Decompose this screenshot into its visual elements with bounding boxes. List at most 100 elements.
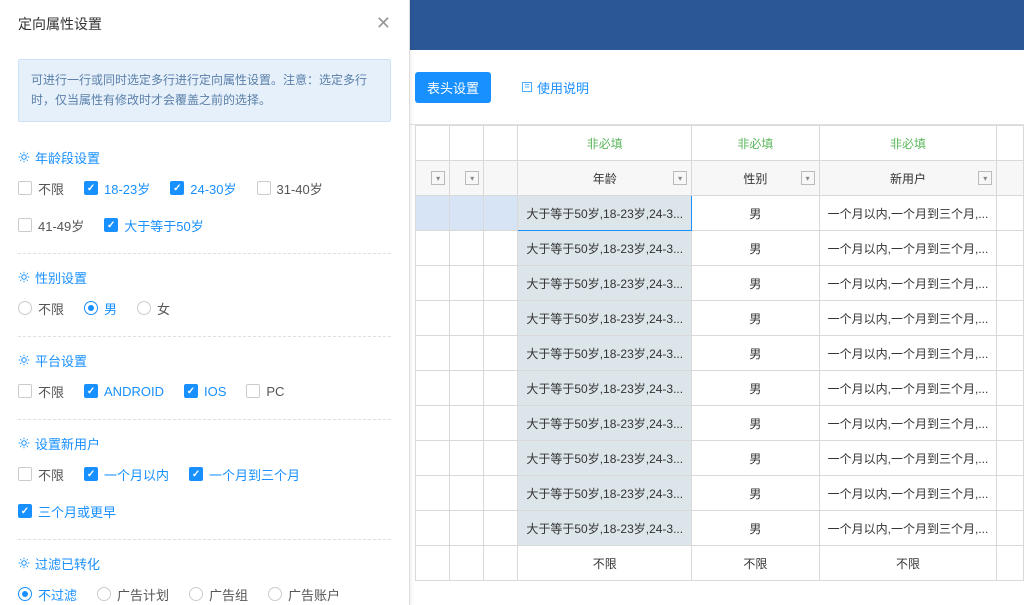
table-row[interactable]: 大于等于50岁,18-23岁,24-3...男一个月以内,一个月到三个月,... — [416, 336, 1024, 371]
cell-sex[interactable]: 男 — [692, 301, 820, 336]
cell-last[interactable] — [997, 476, 1024, 511]
cell-sex[interactable]: 男 — [692, 441, 820, 476]
radio-icon[interactable] — [189, 587, 203, 601]
radio-icon[interactable] — [84, 301, 98, 315]
cell-last[interactable] — [997, 511, 1024, 546]
checkbox-icon[interactable] — [18, 181, 32, 195]
cell-newuser[interactable]: 一个月以内,一个月到三个月,... — [819, 231, 997, 266]
radio-option[interactable]: 广告组 — [189, 585, 248, 604]
checkbox-option[interactable]: 18-23岁 — [84, 179, 150, 198]
cell-narrow[interactable] — [450, 371, 484, 406]
cell-narrow[interactable] — [450, 511, 484, 546]
cell-age[interactable]: 大于等于50岁,18-23岁,24-3... — [518, 336, 692, 371]
cell-newuser[interactable]: 一个月以内,一个月到三个月,... — [819, 476, 997, 511]
cell-sex[interactable]: 男 — [692, 371, 820, 406]
filter-icon[interactable]: ▾ — [673, 171, 687, 185]
header-settings-button[interactable]: 表头设置 — [415, 72, 491, 103]
checkbox-option[interactable]: 不限 — [18, 465, 64, 484]
cell-newuser[interactable]: 一个月以内,一个月到三个月,... — [819, 336, 997, 371]
checkbox-icon[interactable] — [18, 504, 32, 518]
radio-icon[interactable] — [268, 587, 282, 601]
checkbox-icon[interactable] — [84, 384, 98, 398]
cell-last[interactable] — [997, 371, 1024, 406]
th-narrow[interactable] — [484, 161, 518, 196]
checkbox-option[interactable]: 不限 — [18, 179, 64, 198]
checkbox-icon[interactable] — [184, 384, 198, 398]
cell-narrow[interactable] — [484, 196, 518, 231]
radio-option[interactable]: 不过滤 — [18, 585, 77, 604]
checkbox-option[interactable]: 大于等于50岁 — [104, 216, 203, 235]
radio-option[interactable]: 男 — [84, 299, 117, 318]
section-title-age[interactable]: 年龄段设置 — [18, 148, 100, 167]
cell-age[interactable]: 大于等于50岁,18-23岁,24-3... — [518, 196, 692, 231]
table-row[interactable]: 不限不限不限 — [416, 546, 1024, 581]
table-row[interactable]: 大于等于50岁,18-23岁,24-3...男一个月以内,一个月到三个月,... — [416, 441, 1024, 476]
help-button[interactable]: 使用说明 — [521, 78, 589, 97]
cell-sex[interactable]: 男 — [692, 476, 820, 511]
checkbox-option[interactable]: PC — [246, 382, 284, 401]
checkbox-option[interactable]: 41-49岁 — [18, 216, 84, 235]
checkbox-option[interactable]: 三个月或更早 — [18, 502, 116, 521]
section-title-filter[interactable]: 过滤已转化 — [18, 554, 100, 573]
cell-narrow[interactable] — [484, 336, 518, 371]
radio-option[interactable]: 广告计划 — [97, 585, 169, 604]
radio-icon[interactable] — [18, 587, 32, 601]
cell-last[interactable] — [997, 546, 1024, 581]
cell-sex[interactable]: 男 — [692, 196, 820, 231]
cell-narrow[interactable] — [484, 406, 518, 441]
cell-last[interactable] — [997, 231, 1024, 266]
cell-narrow[interactable] — [416, 476, 450, 511]
radio-icon[interactable] — [18, 301, 32, 315]
cell-last[interactable] — [997, 196, 1024, 231]
checkbox-option[interactable]: ANDROID — [84, 382, 164, 401]
cell-narrow[interactable] — [484, 546, 518, 581]
cell-narrow[interactable] — [450, 546, 484, 581]
cell-age[interactable]: 大于等于50岁,18-23岁,24-3... — [518, 476, 692, 511]
checkbox-option[interactable]: IOS — [184, 382, 226, 401]
cell-newuser[interactable]: 一个月以内,一个月到三个月,... — [819, 441, 997, 476]
th-newuser[interactable]: 新用户▾ — [819, 161, 997, 196]
cell-narrow[interactable] — [484, 371, 518, 406]
cell-narrow[interactable] — [484, 231, 518, 266]
cell-newuser[interactable]: 不限 — [819, 546, 997, 581]
table-row[interactable]: 大于等于50岁,18-23岁,24-3...男一个月以内,一个月到三个月,... — [416, 266, 1024, 301]
checkbox-icon[interactable] — [84, 467, 98, 481]
th-last[interactable] — [997, 161, 1024, 196]
cell-narrow[interactable] — [450, 336, 484, 371]
cell-narrow[interactable] — [450, 476, 484, 511]
checkbox-icon[interactable] — [18, 384, 32, 398]
cell-age[interactable]: 不限 — [518, 546, 692, 581]
cell-last[interactable] — [997, 441, 1024, 476]
radio-option[interactable]: 不限 — [18, 299, 64, 318]
th-sex[interactable]: 性别▾ — [692, 161, 820, 196]
cell-sex[interactable]: 男 — [692, 266, 820, 301]
checkbox-option[interactable]: 31-40岁 — [257, 179, 323, 198]
cell-narrow[interactable] — [450, 301, 484, 336]
cell-sex[interactable]: 男 — [692, 336, 820, 371]
section-title-platform[interactable]: 平台设置 — [18, 351, 87, 370]
filter-icon[interactable]: ▾ — [801, 171, 815, 185]
cell-newuser[interactable]: 一个月以内,一个月到三个月,... — [819, 301, 997, 336]
th-age[interactable]: 年龄▾ — [518, 161, 692, 196]
cell-narrow[interactable] — [416, 266, 450, 301]
radio-option[interactable]: 女 — [137, 299, 170, 318]
cell-narrow[interactable] — [484, 476, 518, 511]
cell-narrow[interactable] — [416, 196, 450, 231]
radio-icon[interactable] — [97, 587, 111, 601]
cell-narrow[interactable] — [416, 406, 450, 441]
th-narrow[interactable]: ▾ — [416, 161, 450, 196]
table-row[interactable]: 大于等于50岁,18-23岁,24-3...男一个月以内,一个月到三个月,... — [416, 371, 1024, 406]
cell-last[interactable] — [997, 266, 1024, 301]
cell-age[interactable]: 大于等于50岁,18-23岁,24-3... — [518, 301, 692, 336]
table-row[interactable]: 大于等于50岁,18-23岁,24-3...男一个月以内,一个月到三个月,... — [416, 301, 1024, 336]
table-row[interactable]: 大于等于50岁,18-23岁,24-3...男一个月以内,一个月到三个月,... — [416, 511, 1024, 546]
cell-newuser[interactable]: 一个月以内,一个月到三个月,... — [819, 196, 997, 231]
cell-narrow[interactable] — [416, 546, 450, 581]
cell-narrow[interactable] — [416, 231, 450, 266]
cell-age[interactable]: 大于等于50岁,18-23岁,24-3... — [518, 406, 692, 441]
cell-newuser[interactable]: 一个月以内,一个月到三个月,... — [819, 406, 997, 441]
table-row[interactable]: 大于等于50岁,18-23岁,24-3...男一个月以内,一个月到三个月,... — [416, 196, 1024, 231]
table-row[interactable]: 大于等于50岁,18-23岁,24-3...男一个月以内,一个月到三个月,... — [416, 406, 1024, 441]
cell-narrow[interactable] — [484, 301, 518, 336]
section-title-sex[interactable]: 性别设置 — [18, 268, 87, 287]
